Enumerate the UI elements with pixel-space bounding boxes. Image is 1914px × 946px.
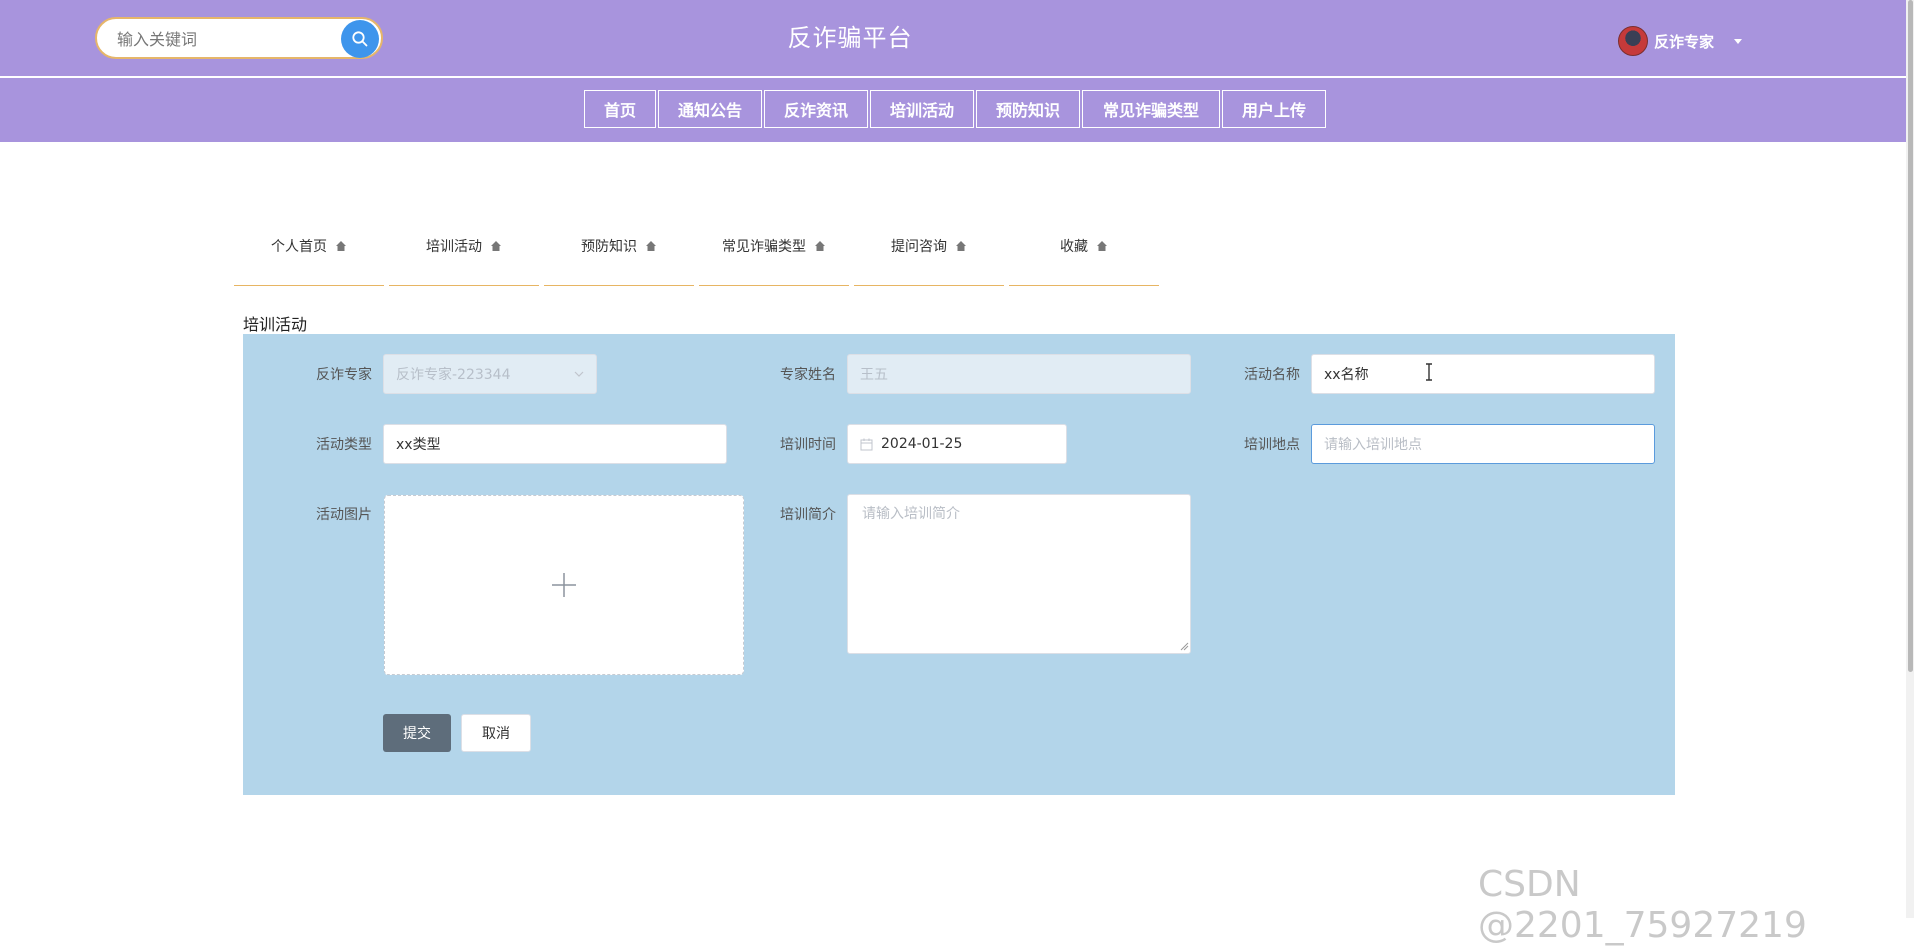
training-time-value: 2024-01-25 bbox=[881, 436, 963, 452]
personal-tabs: 个人首页 培训活动 预防知识 常见诈骗类型 提问咨询 收藏 bbox=[234, 222, 1159, 286]
home-icon bbox=[646, 240, 656, 251]
activity-name-input[interactable]: xx名称 bbox=[1311, 354, 1655, 394]
nav-item-fraud-types[interactable]: 常见诈骗类型 bbox=[1082, 90, 1220, 128]
avatar[interactable] bbox=[1618, 26, 1648, 56]
nav-item-prevention[interactable]: 预防知识 bbox=[976, 90, 1080, 128]
training-intro-placeholder: 请输入培训简介 bbox=[862, 506, 960, 522]
tab-label: 提问咨询 bbox=[891, 238, 947, 255]
tab-favorites[interactable]: 收藏 bbox=[1009, 222, 1159, 286]
tab-training[interactable]: 培训活动 bbox=[389, 222, 539, 286]
tab-personal-home[interactable]: 个人首页 bbox=[234, 222, 384, 286]
tab-label: 个人首页 bbox=[271, 238, 327, 255]
calendar-icon bbox=[860, 438, 873, 450]
tab-label: 预防知识 bbox=[581, 238, 637, 255]
training-place-input[interactable]: 请输入培训地点 bbox=[1311, 424, 1655, 464]
training-place-label: 培训地点 bbox=[1244, 437, 1300, 453]
tab-questions[interactable]: 提问咨询 bbox=[854, 222, 1004, 286]
submit-button[interactable]: 提交 bbox=[383, 714, 451, 752]
section-title: 培训活动 bbox=[243, 315, 308, 334]
training-intro-textarea[interactable]: 请输入培训简介 bbox=[847, 494, 1191, 654]
chevron-down-icon bbox=[574, 371, 584, 377]
expert-select-value: 反诈专家-223344 bbox=[396, 367, 511, 383]
user-menu[interactable]: 反诈专家 bbox=[1618, 26, 1743, 56]
resize-handle-icon[interactable] bbox=[1180, 642, 1189, 651]
tab-fraud-types[interactable]: 常见诈骗类型 bbox=[699, 222, 849, 286]
main-nav: 首页 通知公告 反诈资讯 培训活动 预防知识 常见诈骗类型 用户上传 bbox=[584, 90, 1326, 130]
header-divider bbox=[0, 76, 1914, 78]
training-time-picker[interactable]: 2024-01-25 bbox=[847, 424, 1067, 464]
training-intro-label: 培训简介 bbox=[780, 507, 836, 523]
search-box bbox=[95, 17, 383, 59]
activity-type-label: 活动类型 bbox=[316, 437, 372, 453]
training-place-placeholder: 请输入培训地点 bbox=[1324, 437, 1422, 453]
scrollbar-thumb[interactable] bbox=[1908, 0, 1913, 672]
cancel-button[interactable]: 取消 bbox=[461, 714, 531, 752]
user-name[interactable]: 反诈专家 bbox=[1654, 31, 1714, 52]
home-icon bbox=[1097, 240, 1107, 251]
expert-name-label: 专家姓名 bbox=[780, 367, 836, 383]
tab-label: 常见诈骗类型 bbox=[722, 238, 806, 255]
home-icon bbox=[956, 240, 966, 251]
nav-item-home[interactable]: 首页 bbox=[584, 90, 656, 128]
activity-image-label: 活动图片 bbox=[316, 507, 372, 523]
expert-label: 反诈专家 bbox=[316, 367, 372, 383]
activity-type-input[interactable]: xx类型 bbox=[383, 424, 727, 464]
tab-label: 收藏 bbox=[1060, 238, 1088, 255]
image-upload-area[interactable] bbox=[384, 495, 744, 675]
nav-item-news[interactable]: 反诈资讯 bbox=[764, 90, 868, 128]
home-icon bbox=[491, 240, 501, 251]
expert-name-field: 王五 bbox=[847, 354, 1191, 394]
home-icon bbox=[815, 240, 825, 251]
text-cursor-icon bbox=[1426, 363, 1432, 381]
nav-item-training[interactable]: 培训活动 bbox=[870, 90, 974, 128]
activity-name-label: 活动名称 bbox=[1244, 367, 1300, 383]
search-input[interactable] bbox=[115, 19, 319, 59]
plus-icon bbox=[552, 573, 576, 597]
expert-select: 反诈专家-223344 bbox=[383, 354, 597, 394]
tab-label: 培训活动 bbox=[426, 238, 482, 255]
nav-item-notices[interactable]: 通知公告 bbox=[658, 90, 762, 128]
training-time-label: 培训时间 bbox=[780, 437, 836, 453]
site-title: 反诈骗平台 bbox=[787, 24, 913, 52]
chevron-down-icon[interactable] bbox=[1734, 38, 1743, 44]
search-button[interactable] bbox=[341, 20, 379, 58]
watermark: CSDN @2201_75927219 bbox=[1478, 864, 1807, 946]
home-icon bbox=[336, 240, 346, 251]
nav-item-user-upload[interactable]: 用户上传 bbox=[1222, 90, 1326, 128]
search-icon bbox=[352, 31, 368, 47]
tab-prevention[interactable]: 预防知识 bbox=[544, 222, 694, 286]
